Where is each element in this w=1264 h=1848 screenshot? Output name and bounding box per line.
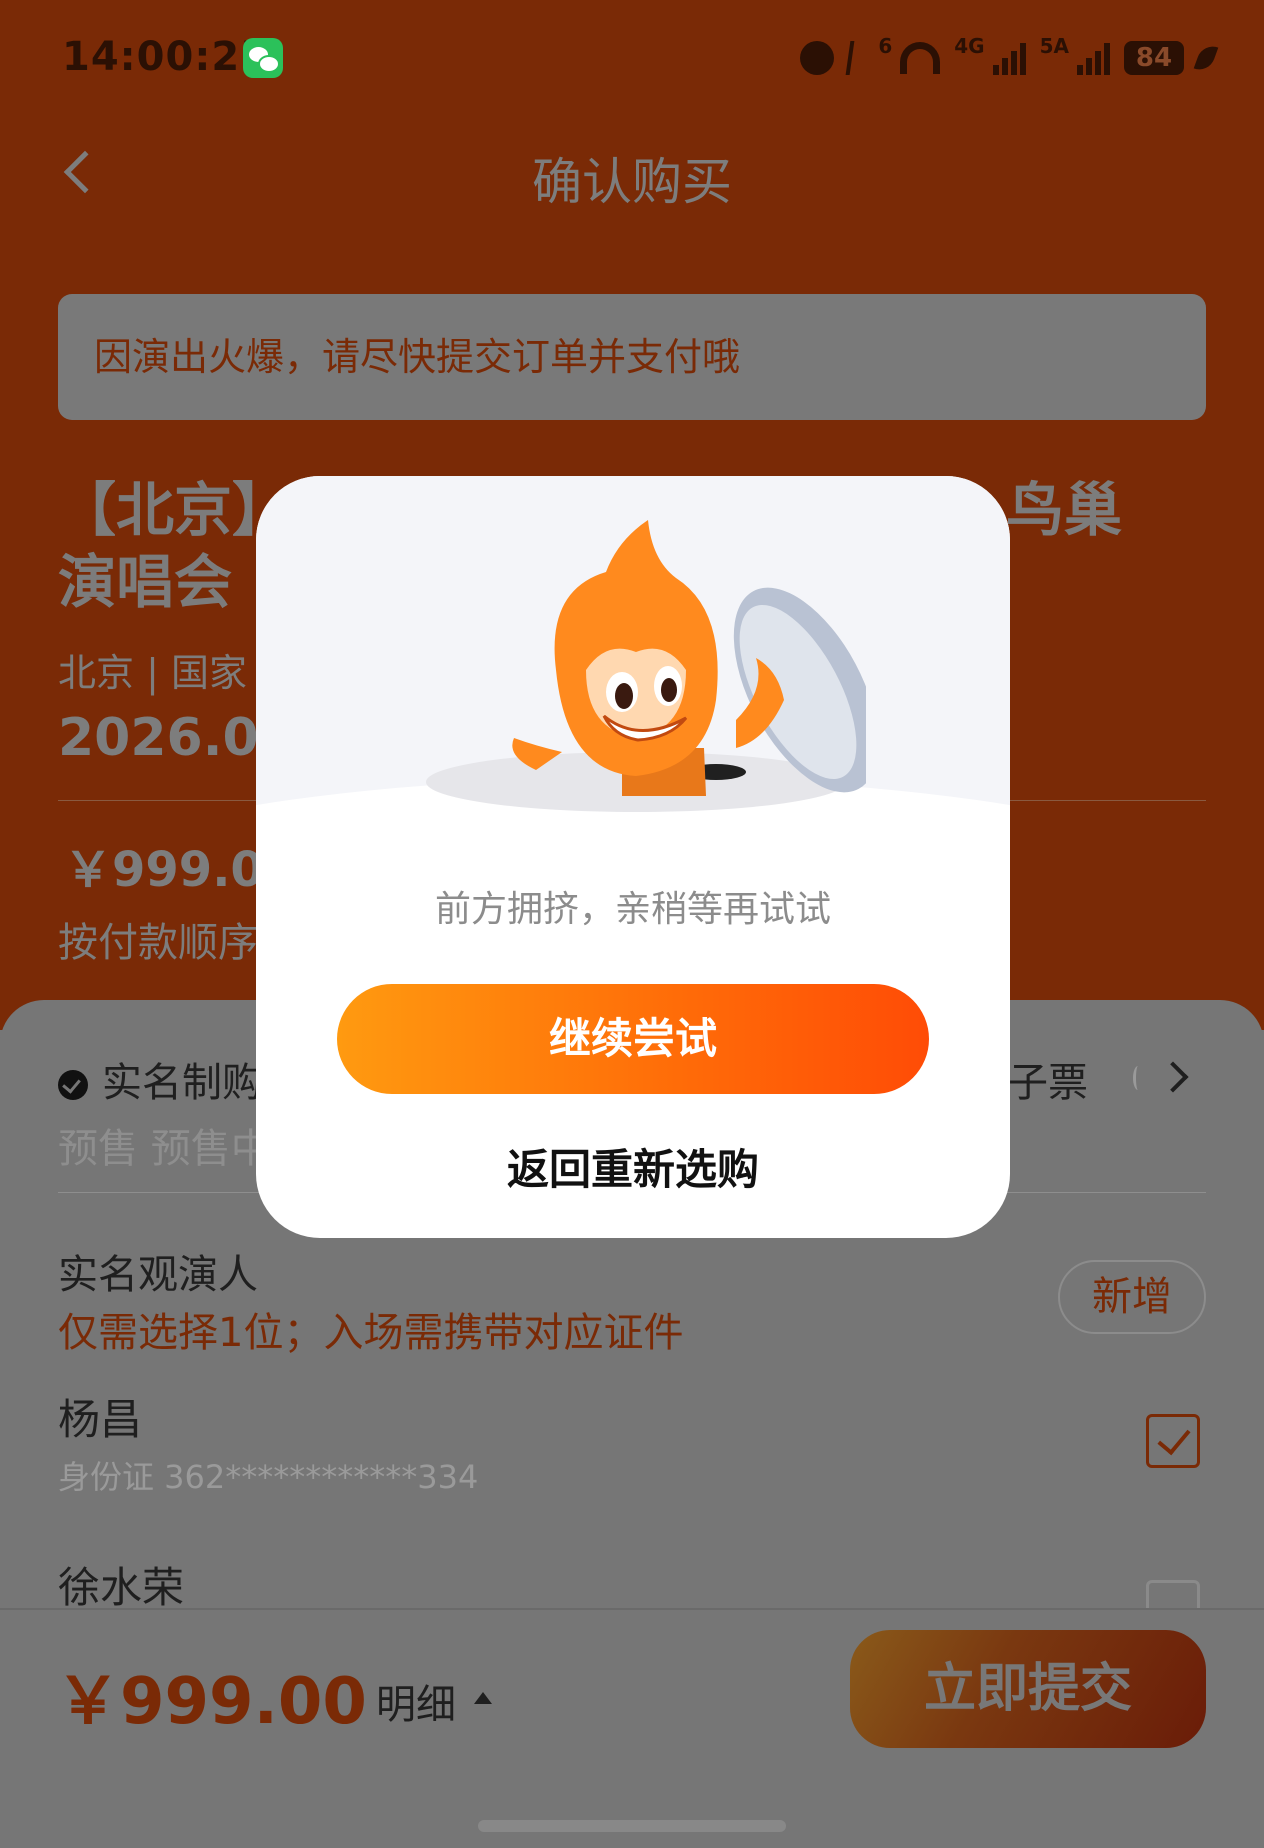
status-icons: 6 4G 5A 84 [800, 34, 1219, 80]
wifi-tag: 6 [878, 34, 893, 58]
eticket-label: 子票 [1008, 1060, 1088, 1106]
reselect-button[interactable]: 返回重新选购 [256, 1136, 1010, 1197]
home-indicator[interactable] [478, 1820, 786, 1832]
alarm-icon [800, 41, 835, 75]
order-note: 按付款顺序 [58, 920, 258, 966]
caret-up-icon[interactable] [474, 1692, 492, 1704]
battery-icon: 84 [1124, 41, 1184, 75]
add-viewer-button[interactable]: 新增 [1058, 1260, 1206, 1334]
navigation-bar: 确认购买 [0, 130, 1264, 220]
viewer-name: 徐水荣 [58, 1563, 185, 1612]
busy-dialog: 前方拥挤，亲稍等再试试 继续尝试 返回重新选购 [256, 476, 1010, 1238]
presale-status: 预售 预售中 [58, 1126, 271, 1172]
info-dot-icon [1133, 1066, 1143, 1090]
status-time: 14:00:25 [62, 34, 269, 80]
power-saving-icon [1193, 42, 1219, 74]
price-detail-toggle[interactable]: 明细 [376, 1672, 456, 1730]
network-tag-5a: 5A [1039, 34, 1069, 58]
bluetooth-icon [845, 41, 867, 75]
realname-label: 实名制购 [102, 1060, 262, 1106]
network-tag-4g: 4G [954, 34, 985, 58]
page-title: 确认购买 [532, 153, 732, 211]
viewer-hint: 仅需选择1位；入场需携带对应证件 [58, 1310, 684, 1356]
wechat-notification-icon [243, 38, 283, 78]
event-title-venue-part: 鸟巢 [1006, 476, 1123, 544]
signal-icon-2 [1077, 41, 1110, 75]
retry-button[interactable]: 继续尝试 [337, 984, 929, 1094]
viewer-checkbox-checked[interactable] [1146, 1414, 1200, 1468]
viewer-section-title: 实名观演人 [58, 1252, 258, 1298]
signal-icon [992, 41, 1026, 75]
viewer-name: 杨昌 [58, 1395, 143, 1444]
urgency-notice: 因演出火爆，请尽快提交订单并支付哦 [58, 294, 1206, 420]
submit-order-button[interactable]: 立即提交 [850, 1630, 1206, 1748]
dialog-message: 前方拥挤，亲稍等再试试 [434, 889, 831, 930]
event-venue: 北京 | 国家 [58, 651, 247, 695]
realname-info: 实名制购 [58, 1050, 262, 1108]
status-bar: 14:00:25 6 4G 5A 84 [0, 30, 1264, 90]
confirm-purchase-page: 14:00:25 6 4G 5A 84 确认购买 因演出火爆，请尽快提交订单并支… [0, 0, 1264, 1848]
wifi-icon [900, 42, 941, 74]
mascot-illustration [426, 520, 866, 812]
check-circle-icon [58, 1070, 88, 1100]
total-price: ￥999.00 [56, 1665, 367, 1739]
viewer-id: 身份证 362************334 [58, 1458, 479, 1496]
